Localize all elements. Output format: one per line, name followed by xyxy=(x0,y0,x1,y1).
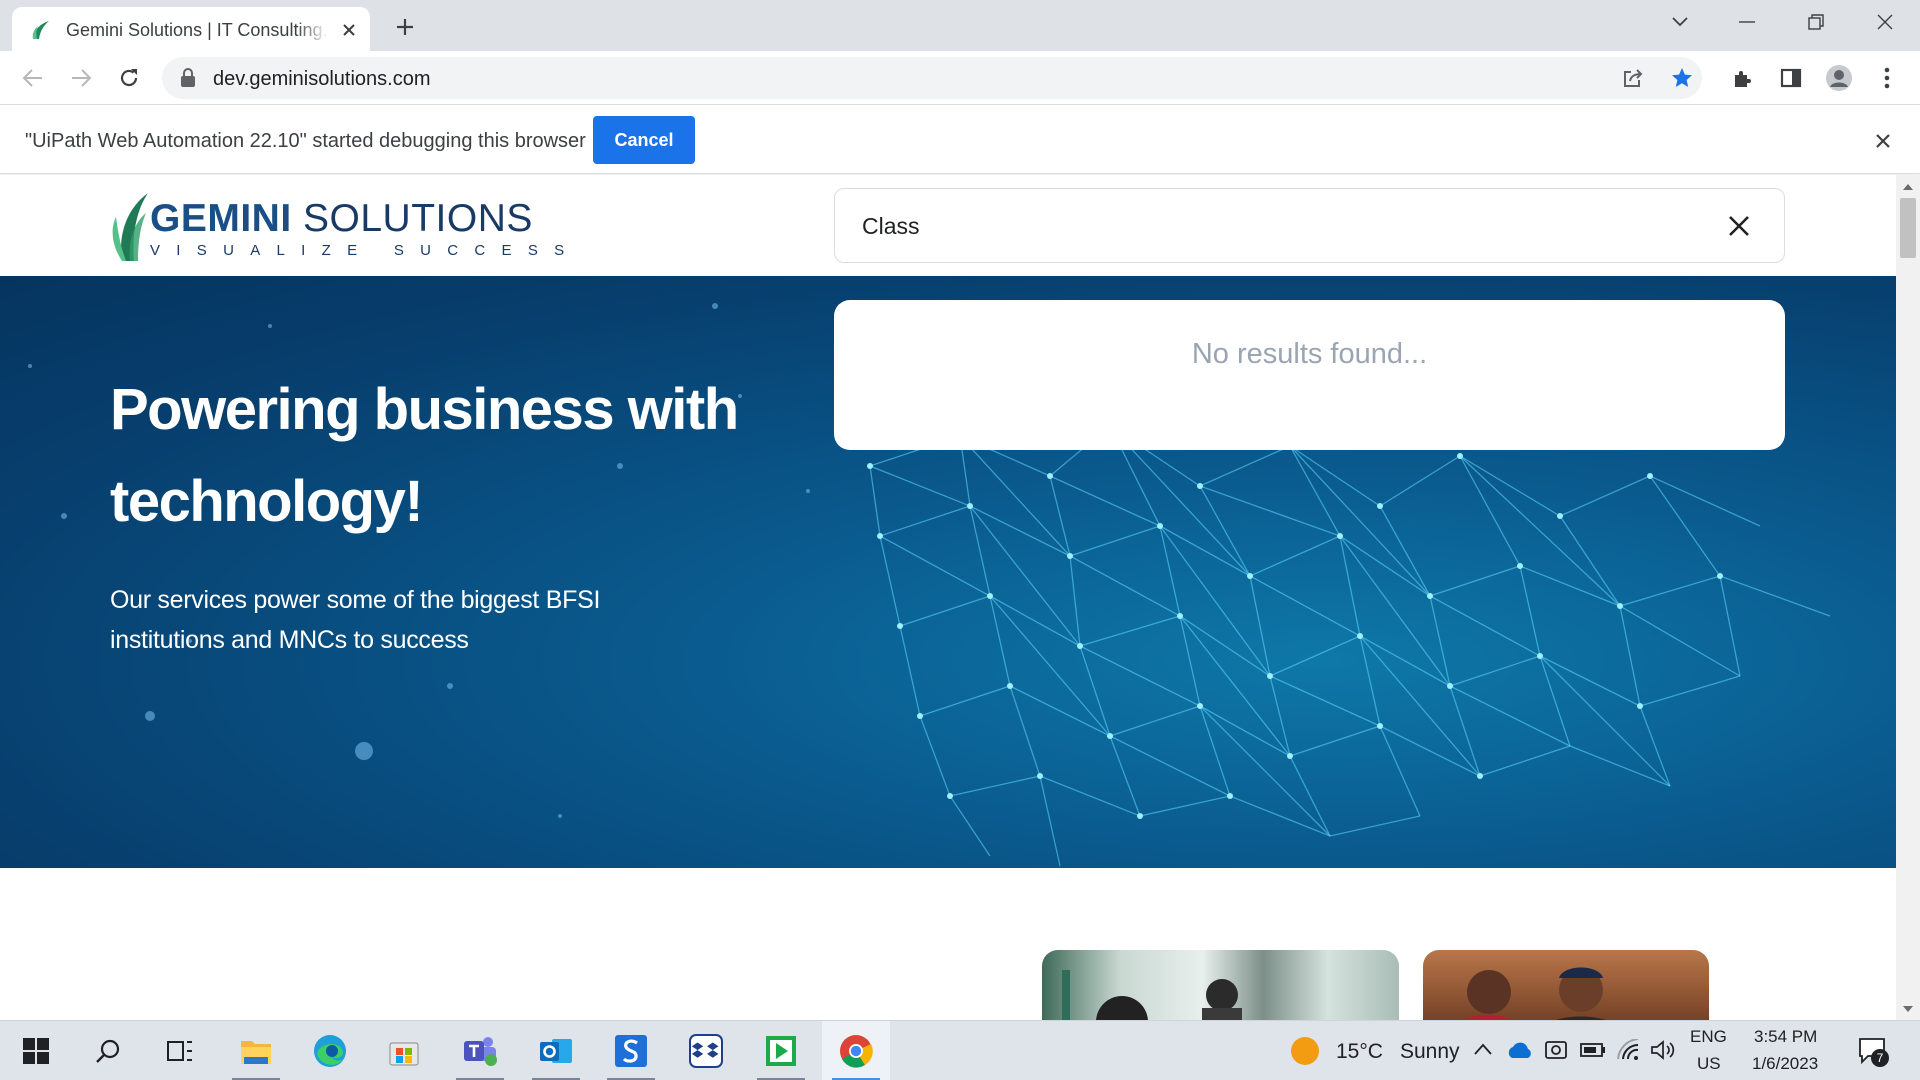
logo-tagline: VISUALIZE SUCCESS xyxy=(150,242,581,259)
start-button[interactable] xyxy=(2,1021,70,1080)
language-indicator[interactable]: ENG xyxy=(1690,1027,1727,1047)
taskbar-microsoft-store[interactable] xyxy=(370,1021,438,1080)
weather-temperature[interactable]: 15°C xyxy=(1336,1040,1383,1064)
security-app-icon[interactable] xyxy=(1544,1038,1568,1062)
edge-icon xyxy=(314,1035,346,1067)
minimize-button[interactable] xyxy=(1717,0,1777,44)
forward-button[interactable] xyxy=(64,61,98,95)
content-section xyxy=(0,868,1896,1020)
debugging-infobar: "UiPath Web Automation 22.10" started de… xyxy=(0,106,1920,174)
chrome-menu-icon[interactable] xyxy=(1872,63,1902,93)
profile-avatar-icon[interactable] xyxy=(1824,63,1854,93)
store-icon xyxy=(389,1042,419,1066)
search-results-panel: No results found... xyxy=(834,300,1785,450)
search-icon xyxy=(96,1039,120,1063)
show-hidden-icons-chevron-icon[interactable] xyxy=(1474,1043,1492,1055)
scroll-down-arrow-icon[interactable] xyxy=(1901,1002,1915,1016)
restore-button[interactable] xyxy=(1786,0,1846,44)
tab-strip: Gemini Solutions | IT Consulting, Softwa… xyxy=(0,0,1920,51)
notification-center-button[interactable]: 7 xyxy=(1857,1035,1889,1067)
language-region[interactable]: US xyxy=(1697,1054,1721,1074)
taskbar-app-green[interactable] xyxy=(747,1021,815,1080)
search-clear-icon[interactable] xyxy=(1724,211,1754,241)
back-button[interactable] xyxy=(16,61,50,95)
green-play-icon xyxy=(766,1036,796,1066)
clock-time[interactable]: 3:54 PM xyxy=(1754,1027,1817,1047)
folder-icon xyxy=(241,1041,271,1064)
page-scrollbar[interactable] xyxy=(1896,175,1920,1020)
tab-search-chevron-icon[interactable] xyxy=(1650,0,1710,44)
tab-title: Gemini Solutions | IT Consulting, Softwa… xyxy=(66,20,328,40)
weather-description[interactable]: Sunny xyxy=(1400,1040,1460,1064)
notification-count-badge: 7 xyxy=(1871,1049,1889,1067)
task-view-icon xyxy=(167,1041,192,1061)
share-icon[interactable] xyxy=(1619,64,1647,92)
address-bar[interactable]: dev.geminisolutions.com xyxy=(162,57,1702,99)
wifi-icon[interactable] xyxy=(1616,1039,1640,1061)
new-tab-button[interactable] xyxy=(390,12,420,42)
infobar-message: "UiPath Web Automation 22.10" started de… xyxy=(25,130,586,152)
clock-date[interactable]: 1/6/2023 xyxy=(1752,1054,1818,1074)
taskbar-outlook[interactable] xyxy=(522,1021,590,1080)
search-input[interactable]: Class xyxy=(862,213,920,240)
browser-tab[interactable]: Gemini Solutions | IT Consulting, Softwa… xyxy=(12,7,370,51)
gemini-logo[interactable]: GEMINI SOLUTIONS VISUALIZE SUCCESS xyxy=(108,189,564,267)
outlook-icon xyxy=(540,1039,572,1063)
scroll-up-arrow-icon[interactable] xyxy=(1901,180,1915,194)
lock-icon[interactable] xyxy=(180,68,196,88)
app-s-icon xyxy=(615,1035,647,1067)
reload-button[interactable] xyxy=(112,61,146,95)
site-search-box[interactable]: Class xyxy=(834,188,1785,263)
taskbar-file-explorer[interactable] xyxy=(222,1021,290,1080)
taskbar-search-button[interactable] xyxy=(74,1021,142,1080)
onedrive-cloud-icon[interactable] xyxy=(1506,1041,1534,1059)
gemini-favicon-icon xyxy=(32,21,49,39)
team-photo-people xyxy=(1423,950,1709,1020)
taskbar-teams[interactable] xyxy=(446,1021,514,1080)
taskbar-app-s[interactable] xyxy=(597,1021,665,1080)
cancel-button[interactable]: Cancel xyxy=(593,116,695,164)
chrome-icon xyxy=(840,1035,873,1068)
no-results-message: No results found... xyxy=(1191,338,1428,370)
logo-solutions: SOLUTIONS xyxy=(303,197,533,240)
logo-leaf-icon xyxy=(112,193,148,261)
sunny-weather-icon[interactable] xyxy=(1290,1036,1320,1066)
windows-logo-icon xyxy=(23,1038,49,1064)
hero-title: Powering business with technology! xyxy=(110,377,739,534)
logo-gemini: GEMINI xyxy=(150,197,292,240)
side-panel-icon[interactable] xyxy=(1776,63,1806,93)
team-photo-office xyxy=(1042,950,1399,1020)
hero-subtitle: Our services power some of the biggest B… xyxy=(110,586,601,654)
tab-close-icon[interactable] xyxy=(337,18,361,42)
taskbar-edge[interactable] xyxy=(296,1021,364,1080)
teams-icon xyxy=(464,1037,497,1066)
extensions-puzzle-icon[interactable] xyxy=(1728,63,1758,93)
close-window-button[interactable] xyxy=(1855,0,1915,44)
browser-toolbar: dev.geminisolutions.com xyxy=(0,51,1920,105)
scrollbar-thumb[interactable] xyxy=(1900,198,1916,258)
url-text[interactable]: dev.geminisolutions.com xyxy=(213,68,431,91)
taskbar-chrome[interactable] xyxy=(822,1021,890,1080)
bookmark-star-icon[interactable] xyxy=(1668,64,1696,92)
page-viewport: GEMINI SOLUTIONS VISUALIZE SUCCESS Power… xyxy=(0,175,1896,1020)
taskbar-app-box[interactable] xyxy=(672,1021,740,1080)
infobar-close-icon[interactable] xyxy=(1870,128,1896,154)
task-view-button[interactable] xyxy=(146,1021,214,1080)
dropbox-style-icon xyxy=(689,1034,723,1068)
battery-icon[interactable] xyxy=(1580,1042,1606,1058)
logo-wordmark: GEMINI SOLUTIONS xyxy=(150,197,533,241)
volume-icon[interactable] xyxy=(1650,1039,1676,1061)
windows-taskbar: 15°C Sunny ENG US 3:54 PM 1/6/2023 7 xyxy=(0,1020,1920,1080)
